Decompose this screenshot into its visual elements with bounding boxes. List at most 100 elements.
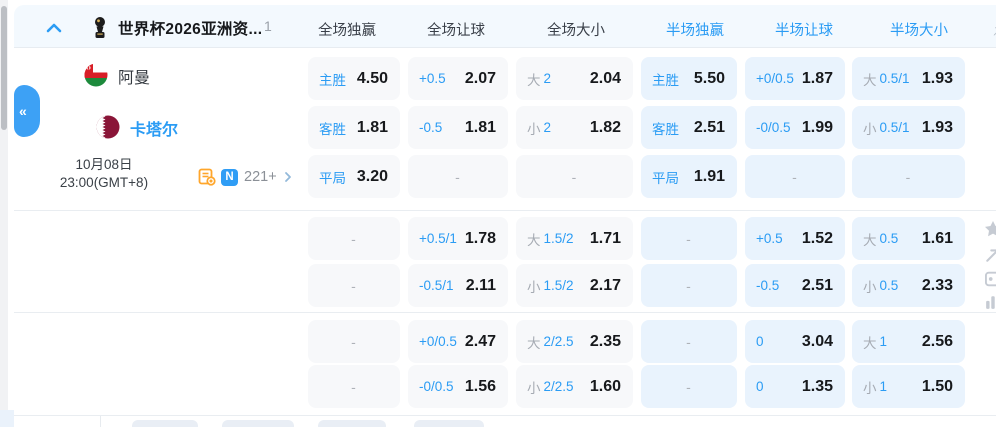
- extra-markets-count: 221+: [244, 169, 277, 185]
- odds-cell-r2-c5: -: [852, 155, 965, 198]
- next-card-cell-top: [318, 420, 386, 427]
- news-badge-icon[interactable]: N: [221, 169, 238, 186]
- collapse-left-icon: «: [19, 103, 27, 119]
- odds-cell-r4-c5[interactable]: 小0.52.33: [852, 264, 965, 307]
- odds-cell-r3-c1[interactable]: +0.5/11.78: [408, 217, 508, 260]
- share-arrow-icon[interactable]: [985, 247, 996, 263]
- odds-cell-r1-c5[interactable]: 小0.5/1 1.93: [852, 106, 965, 149]
- handicap-label: +0.5: [419, 71, 446, 86]
- odds-value: 2.35: [590, 333, 621, 351]
- over-under-direction: 大: [863, 229, 877, 249]
- over-under-direction: 小: [527, 276, 541, 296]
- odds-cell-r0-c4[interactable]: +0/0.5 1.87: [745, 57, 845, 100]
- odds-value: 2.17: [590, 277, 621, 295]
- odds-cell-r3-c4[interactable]: +0.5 1.52: [745, 217, 845, 260]
- odds-value: 1.78: [465, 230, 496, 248]
- odds-cell-r2-c3[interactable]: 平局1.91: [641, 155, 737, 198]
- odds-cell-r2-c0[interactable]: 平局3.20: [308, 155, 400, 198]
- odds-value: 2.51: [694, 119, 725, 137]
- odds-cell-r0-c2[interactable]: 大22.04: [516, 57, 633, 100]
- odds-value: 1.52: [802, 230, 833, 248]
- odds-cell-r6-c1[interactable]: -0/0.51.56: [408, 365, 508, 408]
- odds-value: 1.87: [802, 70, 833, 88]
- over-under-line: 2: [544, 71, 552, 86]
- odds-cell-r0-c1[interactable]: +0.52.07: [408, 57, 508, 100]
- odds-value: 2.04: [590, 70, 621, 88]
- odds-cell-r3-c5[interactable]: 大0.51.61: [852, 217, 965, 260]
- over-under-direction: 小: [527, 118, 541, 138]
- section-divider: [14, 210, 996, 211]
- outcome-label: 平局: [652, 167, 679, 187]
- collapse-group-icon[interactable]: [44, 18, 64, 38]
- chevron-right-icon[interactable]: [282, 171, 294, 183]
- qatar-flag-icon: [96, 115, 120, 139]
- odds-value: 1.61: [922, 230, 953, 248]
- odds-cell-r5-c1[interactable]: +0/0.52.47: [408, 320, 508, 363]
- odds-cell-r0-c0[interactable]: 主胜4.50: [308, 57, 400, 100]
- video-icon[interactable]: [985, 271, 996, 287]
- column-header-full-0[interactable]: 全场独赢: [318, 19, 376, 40]
- empty-odds-dash: -: [572, 169, 577, 185]
- odds-cell-r5-c5[interactable]: 大12.56: [852, 320, 965, 363]
- odds-cell-r6-c3: -: [641, 365, 737, 408]
- odds-cell-r5-c4[interactable]: 03.04: [745, 320, 845, 363]
- column-header-half-5[interactable]: 半场大小: [890, 19, 948, 40]
- column-header-full-2[interactable]: 全场大小: [547, 19, 605, 40]
- oman-flag-icon: [84, 63, 108, 87]
- odds-cell-r1-c4[interactable]: -0/0.51.99: [745, 106, 845, 149]
- match-date: 10月08日: [28, 156, 180, 174]
- odds-cell-r6-c2[interactable]: 小2/2.51.60: [516, 365, 633, 408]
- odds-history-icon[interactable]: [198, 168, 217, 187]
- column-header-full-1[interactable]: 全场让球: [427, 19, 485, 40]
- odds-cell-r1-c3[interactable]: 客胜2.51: [641, 106, 737, 149]
- over-under-line: 0.5/1: [880, 120, 910, 135]
- odds-cell-r4-c2[interactable]: 小1.5/22.17: [516, 264, 633, 307]
- handicap-label: +0/0.5: [756, 71, 794, 86]
- outcome-label: 主胜: [319, 69, 346, 89]
- handicap-label: 0: [756, 379, 764, 394]
- group-match-count: 1: [264, 18, 272, 34]
- stats-bars-icon[interactable]: [985, 294, 996, 310]
- odds-cell-r0-c3[interactable]: 主胜5.50: [641, 57, 737, 100]
- odds-cell-r4-c1[interactable]: -0.5/12.11: [408, 264, 508, 307]
- scrollbar-thumb[interactable]: [1, 6, 7, 130]
- handicap-label: 0: [756, 334, 764, 349]
- odds-cell-r1-c0[interactable]: 客胜1.81: [308, 106, 400, 149]
- handicap-label: +0.5: [756, 231, 783, 246]
- odds-cell-r4-c0: -: [308, 264, 400, 307]
- odds-cell-r1-c2[interactable]: 小21.82: [516, 106, 633, 149]
- away-team-name[interactable]: 卡塔尔: [130, 116, 178, 140]
- odds-cell-r5-c2[interactable]: 大2/2.52.35: [516, 320, 633, 363]
- odds-value: 1.93: [922, 119, 953, 137]
- odds-cell-r6-c4[interactable]: 01.35: [745, 365, 845, 408]
- pin-icon[interactable]: [991, 20, 996, 38]
- empty-odds-dash: -: [455, 169, 460, 185]
- odds-cell-r0-c5[interactable]: 大0.5/11.93: [852, 57, 965, 100]
- vertical-scrollbar[interactable]: [0, 0, 8, 427]
- odds-cell-r6-c5[interactable]: 小11.50: [852, 365, 965, 408]
- home-team-name[interactable]: 阿曼: [118, 64, 150, 88]
- odds-value: 2.51: [802, 277, 833, 295]
- over-under-direction: 大: [863, 69, 877, 89]
- column-header-half-4[interactable]: 半场让球: [775, 19, 833, 40]
- favorite-star-icon[interactable]: [985, 221, 996, 237]
- odds-cell-r1-c1[interactable]: -0.51.81: [408, 106, 508, 149]
- column-header-half-3[interactable]: 半场独赢: [666, 19, 724, 40]
- empty-odds-dash: -: [686, 379, 691, 395]
- extra-markets-row[interactable]: N 221+: [198, 167, 294, 187]
- odds-value: 3.20: [357, 168, 388, 186]
- next-card-divider: [100, 416, 101, 427]
- odds-cell-r4-c4[interactable]: -0.52.51: [745, 264, 845, 307]
- empty-odds-dash: -: [906, 169, 911, 185]
- odds-cell-r2-c2: -: [516, 155, 633, 198]
- collapse-panel-tab[interactable]: «: [14, 85, 40, 137]
- match-datetime: 10月08日 23:00(GMT+8): [28, 156, 180, 192]
- empty-odds-dash: -: [686, 278, 691, 294]
- empty-odds-dash: -: [792, 169, 797, 185]
- over-under-direction: 小: [863, 118, 877, 138]
- handicap-label: +0/0.5: [419, 334, 457, 349]
- section-divider: [14, 312, 996, 313]
- over-under-direction: 小: [527, 377, 541, 397]
- odds-cell-r3-c2[interactable]: 大1.5/21.71: [516, 217, 633, 260]
- odds-value: 5.50: [694, 70, 725, 88]
